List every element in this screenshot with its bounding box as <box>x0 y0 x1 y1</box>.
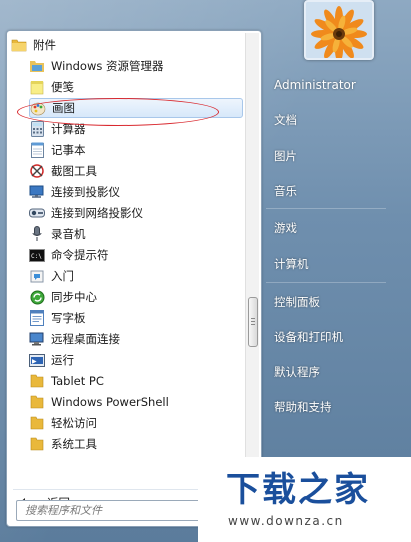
item-label: 录音机 <box>51 227 86 241</box>
snipping-tool-icon <box>29 163 45 179</box>
programs-panel: 附件 Windows 资源管理器 便笺 画图 计算器 记事本 截图工具 连接到投… <box>6 30 262 527</box>
right-item-computer[interactable]: 计算机 <box>274 256 309 272</box>
right-item-games[interactable]: 游戏 <box>274 220 297 236</box>
item-label: 记事本 <box>51 143 86 157</box>
remote-desktop-icon <box>29 331 45 347</box>
folder-icon <box>29 394 45 410</box>
explorer-icon <box>29 58 45 74</box>
watermark-url: www.downza.cn <box>228 514 344 528</box>
right-separator <box>266 282 386 283</box>
folder-ease-of-access[interactable]: 轻松访问 <box>29 413 243 433</box>
item-label: 运行 <box>51 353 74 367</box>
item-label: 截图工具 <box>51 164 97 178</box>
svg-text:C:\: C:\ <box>31 253 42 260</box>
user-picture[interactable] <box>304 0 374 60</box>
folder-open-icon <box>11 37 27 53</box>
folder-windows-powershell[interactable]: Windows PowerShell <box>29 392 243 412</box>
network-projector-icon <box>29 205 45 221</box>
folder-label: Tablet PC <box>51 374 104 388</box>
scrollbar[interactable] <box>245 33 259 487</box>
getting-started-icon <box>29 268 45 284</box>
list-item-snipping-tool[interactable]: 截图工具 <box>29 161 243 181</box>
right-separator <box>266 208 386 209</box>
list-item-remote-desktop[interactable]: 远程桌面连接 <box>29 329 243 349</box>
scroll-thumb[interactable] <box>248 297 258 347</box>
list-item-getting-started[interactable]: 入门 <box>29 266 243 286</box>
list-item-projector[interactable]: 连接到投影仪 <box>29 182 243 202</box>
list-item-notepad[interactable]: 记事本 <box>29 140 243 160</box>
folder-label: 附件 <box>33 38 56 52</box>
item-label: 连接到投影仪 <box>51 185 120 199</box>
right-item-help[interactable]: 帮助和支持 <box>274 399 332 415</box>
thumb-grip <box>251 321 255 322</box>
run-icon: ▶ <box>29 352 45 368</box>
list-item-command-prompt[interactable]: C:\ 命令提示符 <box>29 245 243 265</box>
item-label: 入门 <box>51 269 74 283</box>
item-label: 写字板 <box>51 311 86 325</box>
projector-icon <box>29 184 45 200</box>
folder-icon <box>29 415 45 431</box>
microphone-icon <box>29 226 45 242</box>
right-item-devices-printers[interactable]: 设备和打印机 <box>274 329 343 345</box>
folder-system-tools[interactable]: 系统工具 <box>29 434 243 454</box>
list-item-explorer[interactable]: Windows 资源管理器 <box>29 56 243 76</box>
folder-label: 轻松访问 <box>51 416 97 430</box>
thumb-grip <box>251 324 255 325</box>
calculator-icon <box>29 121 45 137</box>
wordpad-icon <box>29 310 45 326</box>
item-label: 便笺 <box>51 80 74 94</box>
list-item-sync-center[interactable]: 同步中心 <box>29 287 243 307</box>
thumb-grip <box>251 318 255 319</box>
right-item-documents[interactable]: 文档 <box>274 112 297 128</box>
right-item-pictures[interactable]: 图片 <box>274 148 297 164</box>
notepad-icon <box>29 142 45 158</box>
username-label[interactable]: Administrator <box>274 78 356 92</box>
folder-icon <box>29 373 45 389</box>
highlight-ellipse <box>17 98 219 126</box>
item-label: 连接到网络投影仪 <box>51 206 143 220</box>
sticky-notes-icon <box>29 79 45 95</box>
folder-tablet-pc[interactable]: Tablet PC <box>29 371 243 391</box>
item-label: 远程桌面连接 <box>51 332 120 346</box>
list-item-network-projector[interactable]: 连接到网络投影仪 <box>29 203 243 223</box>
list-item-run[interactable]: ▶ 运行 <box>29 350 243 370</box>
folder-icon <box>29 436 45 452</box>
cmd-icon: C:\ <box>29 247 45 263</box>
folder-label: Windows PowerShell <box>51 395 169 409</box>
watermark-logo: 下载之家 <box>226 470 370 510</box>
list-item-wordpad[interactable]: 写字板 <box>29 308 243 328</box>
folder-accessories[interactable]: 附件 <box>11 35 243 55</box>
right-item-control-panel[interactable]: 控制面板 <box>274 294 320 310</box>
svg-text:▶: ▶ <box>32 358 37 365</box>
flower-icon <box>306 2 372 58</box>
item-label: Windows 资源管理器 <box>51 59 164 73</box>
item-label: 命令提示符 <box>51 248 109 262</box>
programs-list: 附件 Windows 资源管理器 便笺 画图 计算器 记事本 截图工具 连接到投… <box>7 33 243 487</box>
folder-label: 系统工具 <box>51 437 97 451</box>
list-item-sound-recorder[interactable]: 录音机 <box>29 224 243 244</box>
item-label: 同步中心 <box>51 290 97 304</box>
list-item-sticky-notes[interactable]: 便笺 <box>29 77 243 97</box>
right-item-default-programs[interactable]: 默认程序 <box>274 364 320 380</box>
sync-icon <box>29 289 45 305</box>
right-item-music[interactable]: 音乐 <box>274 183 297 199</box>
